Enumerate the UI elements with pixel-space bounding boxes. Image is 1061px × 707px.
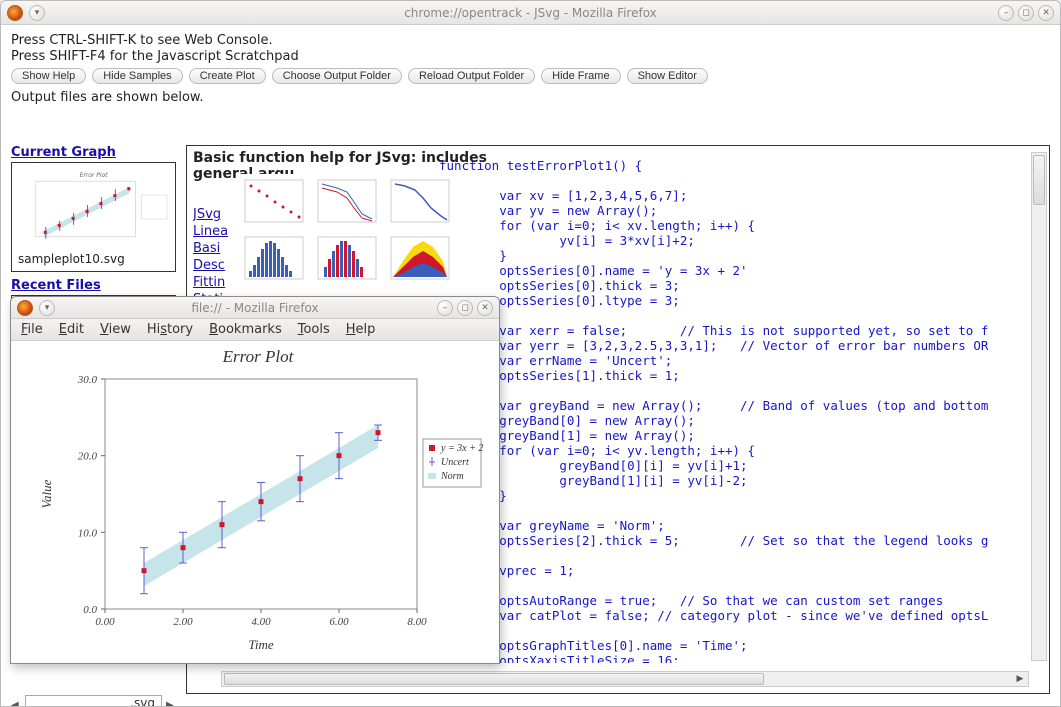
svg-text:y = 3x + 2: y = 3x + 2 (440, 443, 483, 454)
output-note: Output files are shown below. (11, 90, 1050, 105)
menu-history[interactable]: History (147, 322, 193, 337)
svg-text:Error Plot: Error Plot (80, 172, 109, 179)
svg-text:0.0: 0.0 (83, 604, 97, 616)
chevron-right-icon[interactable]: ▶ (166, 700, 176, 707)
svg-text:4.00: 4.00 (251, 616, 271, 628)
popup-toggle-button[interactable]: ▾ (39, 300, 55, 316)
svg-text:0.00: 0.00 (95, 616, 115, 628)
thumb-caption: sampleplot10.svg (14, 249, 173, 269)
recent-files-heading[interactable]: Recent Files (11, 278, 176, 293)
toolbar: Show Help Hide Samples Create Plot Choos… (11, 68, 1050, 84)
firefox-icon (17, 300, 33, 316)
svg-text:Time: Time (248, 637, 274, 652)
current-graph-heading[interactable]: Current Graph (11, 145, 176, 160)
chevron-left-icon[interactable]: ◀ (11, 700, 21, 707)
menu-view[interactable]: View (100, 322, 131, 337)
code-sample: function testErrorPlot1() { var xv = [1,… (439, 158, 1029, 663)
popup-title: file:// - Mozilla Firefox (11, 301, 499, 315)
doc-link[interactable]: Desc (193, 257, 228, 274)
menu-help[interactable]: Help (346, 322, 376, 337)
popup-maximize-button[interactable]: ◻ (457, 300, 473, 316)
chart: Error Plot 0.00 2.00 4.00 6.00 8.00 0.0 10.0 20… (27, 347, 489, 657)
doc-link[interactable]: Linea (193, 223, 228, 240)
doc-links: JSvg Linea Basi Desc Fittin Stati (193, 206, 228, 308)
svg-text:Value: Value (39, 479, 54, 508)
popup-window: ▾ file:// - Mozilla Firefox – ◻ ✕ File E… (10, 296, 500, 664)
doc-link[interactable]: Basi (193, 240, 228, 257)
mini-charts (239, 174, 455, 285)
show-help-button[interactable]: Show Help (11, 68, 86, 84)
svg-text:20.0: 20.0 (78, 451, 98, 463)
chart-title: Error Plot (27, 347, 489, 367)
popup-menubar: File Edit View History Bookmarks Tools H… (11, 319, 499, 341)
window-toggle-button[interactable]: ▾ (29, 5, 45, 21)
hide-frame-button[interactable]: Hide Frame (541, 68, 620, 84)
window-title: chrome://opentrack - JSvg - Mozilla Fire… (1, 6, 1060, 20)
menu-edit[interactable]: Edit (59, 322, 84, 337)
svg-text:2.00: 2.00 (173, 616, 193, 628)
scrollbar-thumb[interactable] (224, 673, 764, 685)
menu-file[interactable]: File (21, 322, 43, 337)
scroll-right-icon[interactable]: ▶ (1012, 672, 1028, 686)
help-line-1: Press CTRL-SHIFT-K to see Web Console. (11, 33, 1050, 48)
svg-text:8.00: 8.00 (407, 616, 427, 628)
current-graph-thumb[interactable]: Error Plot (11, 162, 176, 272)
main-titlebar: ▾ chrome://opentrack - JSvg - Mozilla Fi… (1, 1, 1060, 25)
doc-link[interactable]: JSvg (193, 206, 228, 223)
svg-text:6.00: 6.00 (329, 616, 349, 628)
extension-input[interactable]: .svg (25, 695, 162, 706)
svg-text:Norm: Norm (440, 471, 464, 482)
svg-text:10.0: 10.0 (78, 527, 98, 539)
extension-row: ◀ .svg ▶ (11, 695, 176, 706)
maximize-button[interactable]: ◻ (1018, 5, 1034, 21)
popup-minimize-button[interactable]: – (437, 300, 453, 316)
svg-text:Uncert: Uncert (441, 457, 469, 468)
menu-tools[interactable]: Tools (298, 322, 330, 337)
popup-close-button[interactable]: ✕ (477, 300, 493, 316)
create-plot-button[interactable]: Create Plot (189, 68, 266, 84)
show-editor-button[interactable]: Show Editor (627, 68, 708, 84)
vertical-scrollbar[interactable] (1031, 152, 1047, 661)
popup-titlebar: ▾ file:// - Mozilla Firefox – ◻ ✕ (11, 297, 499, 319)
choose-output-folder-button[interactable]: Choose Output Folder (272, 68, 402, 84)
help-line-2: Press SHIFT-F4 for the Javascript Scratc… (11, 49, 1050, 64)
minimize-button[interactable]: – (998, 5, 1014, 21)
close-button[interactable]: ✕ (1038, 5, 1054, 21)
svg-text:30.0: 30.0 (77, 374, 98, 386)
hide-samples-button[interactable]: Hide Samples (92, 68, 182, 84)
firefox-icon (7, 5, 23, 21)
chart-svg: 0.00 2.00 4.00 6.00 8.00 0.0 10.0 20.0 30.0 Time V… (27, 367, 487, 657)
reload-output-folder-button[interactable]: Reload Output Folder (408, 68, 535, 84)
horizontal-scrollbar[interactable]: ◀ ▶ (221, 671, 1029, 687)
doc-link[interactable]: Fittin (193, 274, 228, 291)
scrollbar-thumb[interactable] (1033, 155, 1045, 205)
menu-bookmarks[interactable]: Bookmarks (209, 322, 282, 337)
